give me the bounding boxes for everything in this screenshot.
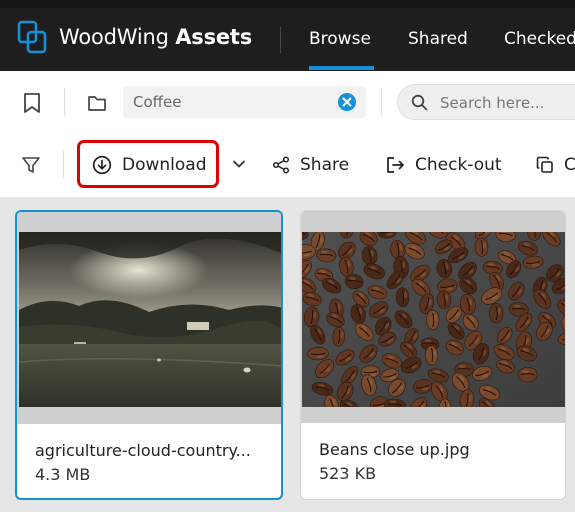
copy-button[interactable]: C (536, 148, 575, 182)
close-icon (342, 97, 352, 107)
bookmark-button[interactable] (18, 89, 46, 117)
app-brand: WoodWing Assets (59, 25, 252, 49)
checkout-button[interactable]: Check-out (386, 148, 502, 182)
brand-name: WoodWing (59, 25, 169, 49)
folder-icon (88, 96, 106, 111)
woodwing-logo-icon[interactable] (17, 20, 47, 54)
asset-card[interactable]: Beans close up.jpg 523 KB (300, 210, 566, 500)
asset-filename: agriculture-cloud-country... (35, 441, 251, 460)
copy-label: C (564, 155, 575, 175)
download-options-dropdown[interactable] (229, 154, 249, 174)
asset-card[interactable]: agriculture-cloud-country... 4.3 MB (15, 210, 283, 500)
clear-folder-button[interactable] (338, 93, 356, 111)
folder-filter-input[interactable]: Coffee (123, 86, 366, 118)
asset-filename: Beans close up.jpg (319, 440, 470, 459)
checkout-icon (387, 157, 404, 173)
asset-filesize: 4.3 MB (35, 465, 91, 484)
share-label: Share (300, 155, 350, 175)
search-input[interactable]: Search here... (397, 84, 575, 120)
copy-icon (536, 156, 553, 173)
window-strip (0, 0, 575, 8)
folder-button[interactable] (83, 89, 111, 117)
checkout-label: Check-out (415, 155, 502, 175)
filter-icon (22, 157, 40, 173)
search-icon (411, 94, 428, 111)
filter-button[interactable] (18, 152, 44, 178)
nav-tab-browse[interactable]: Browse (309, 29, 371, 49)
toolbar-separator (63, 150, 64, 178)
toolbar-separator (381, 88, 382, 116)
coffee-beans-thumbnail (302, 232, 565, 407)
landscape-thumbnail (19, 232, 281, 407)
toolbar-separator (64, 88, 65, 116)
bookmark-icon (24, 93, 40, 113)
asset-filesize: 523 KB (319, 464, 377, 483)
app-header: WoodWing Assets Browse Shared Checked (0, 0, 575, 71)
active-tab-indicator (309, 66, 374, 70)
download-highlight-box (77, 140, 219, 188)
share-icon (272, 156, 290, 174)
nav-tab-shared[interactable]: Shared (408, 29, 468, 49)
header-divider (280, 27, 281, 53)
search-placeholder: Search here... (440, 94, 545, 112)
folder-filter-value: Coffee (133, 93, 182, 111)
nav-tab-checked-out[interactable]: Checked (504, 29, 575, 49)
brand-product: Assets (175, 25, 253, 49)
chevron-down-icon (233, 160, 245, 168)
share-button[interactable]: Share (272, 148, 349, 182)
